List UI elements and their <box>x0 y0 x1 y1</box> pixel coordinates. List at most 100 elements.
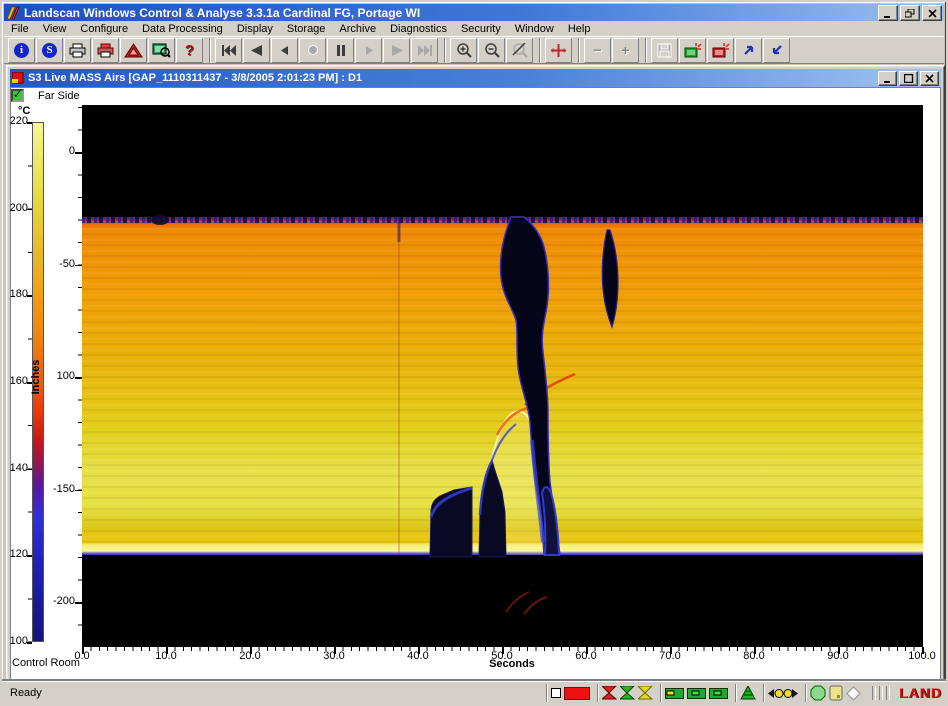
toolbar-group-0: iS? <box>8 38 210 63</box>
y-axis-tick-100: 100 <box>41 370 75 382</box>
record-button[interactable] <box>299 38 326 63</box>
furnace-triangle-icon[interactable] <box>740 686 756 700</box>
app-icon <box>6 6 20 20</box>
frame-outline-icon[interactable] <box>551 688 561 698</box>
tank-green-a-icon[interactable] <box>687 688 706 699</box>
document-icon <box>12 72 24 84</box>
close-button[interactable] <box>922 5 942 21</box>
heatmap-defects <box>82 105 923 647</box>
print-alarm-button[interactable] <box>92 38 119 63</box>
menu-bar: FileViewConfigureData ProcessingDisplayS… <box>4 21 944 36</box>
menu-item-configure[interactable]: Configure <box>73 22 135 36</box>
menu-item-help[interactable]: Help <box>561 22 598 36</box>
valve-yellow-icon[interactable] <box>638 686 653 700</box>
x-axis-majortick <box>82 647 84 654</box>
toolbar-group-2 <box>450 38 540 63</box>
colorbar-majortick <box>27 122 32 124</box>
step-forward-button[interactable] <box>355 38 382 63</box>
system-status-button[interactable]: S <box>36 38 63 63</box>
note-yellow-icon[interactable] <box>829 685 843 701</box>
expand-button[interactable]: + <box>612 38 639 63</box>
title-bar[interactable]: Landscan Windows Control & Analyse 3.3.1… <box>4 4 944 21</box>
print-preview-button[interactable] <box>148 38 175 63</box>
tray-group-5 <box>805 684 865 702</box>
colorbar-majortick <box>27 295 32 297</box>
window-title: Landscan Windows Control & Analyse 3.3.1… <box>24 6 420 20</box>
toolbar: iS? −+ <box>4 36 944 64</box>
zoom-off-button[interactable] <box>506 38 533 63</box>
arrow-up-right-button[interactable] <box>735 38 762 63</box>
menu-item-view[interactable]: View <box>36 22 74 36</box>
land-logo: LAND <box>899 685 942 701</box>
restore-button[interactable] <box>900 5 920 21</box>
alarm-triangle-button[interactable] <box>120 38 147 63</box>
arrow-down-left-icon <box>770 43 784 57</box>
tank-green-b-icon[interactable] <box>709 688 728 699</box>
valve-green-icon[interactable] <box>620 686 635 700</box>
print-button[interactable] <box>64 38 91 63</box>
y-axis-majortick <box>75 490 82 492</box>
menu-item-file[interactable]: File <box>4 22 36 36</box>
zoom-off-icon <box>512 43 528 58</box>
document-title-bar[interactable]: S3 Live MASS Airs [GAP_1110311437 - 3/8/… <box>10 69 941 87</box>
x-axis-majortick <box>334 647 336 654</box>
y-axis-tick-0: 0 <box>41 145 75 157</box>
rewind-button[interactable] <box>243 38 270 63</box>
heatmap-under-arc-2 <box>524 597 547 614</box>
go-to-start-icon <box>221 45 237 56</box>
menu-item-security[interactable]: Security <box>454 22 508 36</box>
tray-group-4 <box>763 684 802 702</box>
window-controls <box>878 5 942 21</box>
contract-button[interactable]: − <box>584 38 611 63</box>
play-button[interactable] <box>383 38 410 63</box>
red-banner-icon[interactable] <box>564 687 590 700</box>
doc-maximize-button[interactable] <box>899 71 918 86</box>
status-bar: Ready LAND <box>2 681 948 704</box>
doc-close-button[interactable] <box>920 71 939 86</box>
menu-item-display[interactable]: Display <box>230 22 280 36</box>
menu-item-data-processing[interactable]: Data Processing <box>135 22 230 36</box>
zoom-out-icon <box>484 43 500 58</box>
separator-bar <box>879 686 883 700</box>
pause-button[interactable] <box>327 38 354 63</box>
info-button[interactable]: i <box>8 38 35 63</box>
far-side-checkbox[interactable]: ✓ <box>11 89 24 102</box>
x-axis-majortick <box>166 647 168 654</box>
zoom-in-button[interactable] <box>450 38 477 63</box>
thermal-heatmap[interactable] <box>82 105 923 647</box>
alarm-capture-green-button[interactable] <box>679 38 706 63</box>
tray-group-0 <box>546 684 594 702</box>
diamond-white-icon[interactable] <box>846 686 861 701</box>
go-to-start-button[interactable] <box>215 38 242 63</box>
heatmap-drip-foot <box>542 487 559 555</box>
minimize-button[interactable] <box>878 5 898 21</box>
menu-item-storage[interactable]: Storage <box>280 22 333 36</box>
toolbar-group-4: −+ <box>584 38 646 63</box>
y-axis-majortick <box>75 602 82 604</box>
info-icon: i <box>14 43 29 58</box>
menu-item-diagnostics[interactable]: Diagnostics <box>383 22 454 36</box>
help-button[interactable]: ? <box>176 38 203 63</box>
menu-item-archive[interactable]: Archive <box>332 22 383 36</box>
arrow-down-left-button[interactable] <box>763 38 790 63</box>
doc-minimize-button[interactable] <box>878 71 897 86</box>
menu-item-window[interactable]: Window <box>508 22 561 36</box>
x-axis-majortick <box>922 647 924 654</box>
alarm-capture-red-button[interactable] <box>707 38 734 63</box>
go-to-end-icon <box>417 45 433 56</box>
heatmap-under-arc-1 <box>506 592 529 612</box>
help-icon: ? <box>185 42 194 59</box>
expand-icon: + <box>621 42 629 58</box>
save-button[interactable] <box>651 38 678 63</box>
shuttle-icon[interactable] <box>768 688 798 699</box>
colorbar-tick-100: 100 <box>0 635 28 647</box>
octagon-green-icon[interactable] <box>810 685 826 701</box>
x-axis-majortick <box>418 647 420 654</box>
go-to-end-button[interactable] <box>411 38 438 63</box>
valve-red-icon[interactable] <box>602 686 617 700</box>
print-preview-icon <box>152 43 171 58</box>
zoom-out-button[interactable] <box>478 38 505 63</box>
tank-yellow-icon[interactable] <box>665 688 684 699</box>
crosshair-button[interactable] <box>545 38 572 63</box>
step-back-button[interactable] <box>271 38 298 63</box>
